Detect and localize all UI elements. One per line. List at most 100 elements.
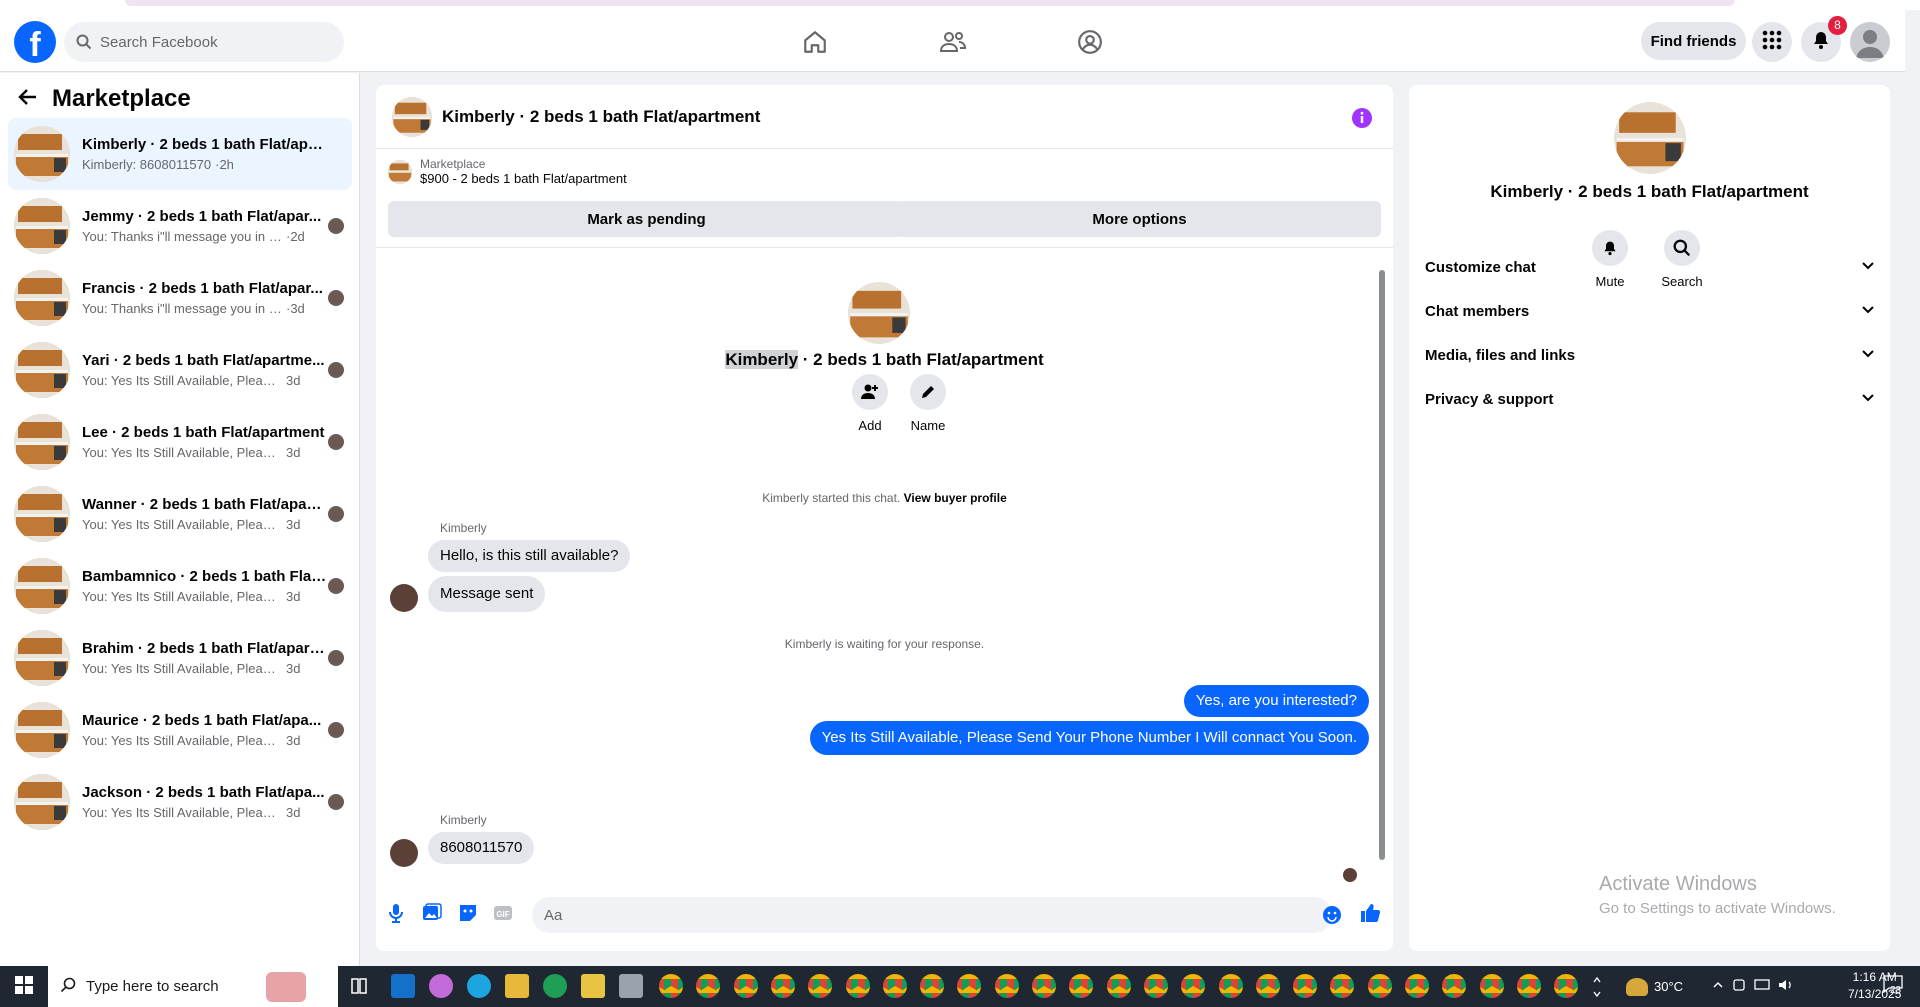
- chrome-window-icon[interactable]: [808, 974, 833, 998]
- file-explorer-icon[interactable]: [505, 974, 529, 998]
- conversation-text: Lee · 2 beds 1 bath Flat/apartment You: Y…: [82, 424, 327, 460]
- mark-as-pending-button[interactable]: Mark as pending: [388, 201, 905, 237]
- info-icon[interactable]: [1351, 107, 1373, 133]
- conversation-item[interactable]: Wanner · 2 beds 1 bath Flat/apart... You:…: [8, 478, 352, 550]
- chrome-window-icon[interactable]: [1442, 974, 1467, 998]
- chrome-window-icon[interactable]: [733, 974, 758, 998]
- chrome-window-icon[interactable]: [845, 974, 870, 998]
- microphone-icon[interactable]: [388, 903, 404, 927]
- chrome-window-icon[interactable]: [957, 974, 982, 998]
- conversation-item[interactable]: Lee · 2 beds 1 bath Flat/apartment You: Y…: [8, 406, 352, 478]
- chrome-window-icon[interactable]: [696, 974, 721, 998]
- page-scrollbar[interactable]: [1905, 10, 1920, 966]
- store-icon[interactable]: [581, 974, 605, 998]
- conversation-item[interactable]: Jackson · 2 beds 1 bath Flat/apa... You: …: [8, 766, 352, 838]
- sender-avatar[interactable]: [390, 584, 418, 612]
- message-thread[interactable]: Kimberly · 2 beds 1 bath Flat/apartment …: [376, 247, 1393, 882]
- outlook-icon[interactable]: [391, 974, 415, 998]
- chrome-window-icon[interactable]: [1554, 974, 1579, 998]
- incoming-message[interactable]: Hello, is this still available?: [428, 540, 631, 572]
- chrome-window-icon[interactable]: [1330, 974, 1355, 998]
- edit-name-button[interactable]: Name: [898, 374, 958, 433]
- incoming-message[interactable]: Message sent: [428, 576, 546, 612]
- outgoing-message[interactable]: Yes Its Still Available, Please Send You…: [809, 721, 1369, 755]
- chrome-window-icon[interactable]: [882, 974, 907, 998]
- system-tray[interactable]: [1712, 966, 1794, 1007]
- chrome-window-icon[interactable]: [1218, 974, 1243, 998]
- listing-thumbnail[interactable]: [392, 96, 432, 137]
- chevron-up-icon: [1712, 979, 1724, 994]
- profile-icon[interactable]: [1074, 26, 1106, 58]
- chrome-window-icon[interactable]: [1405, 974, 1429, 998]
- listing-thumbnail: [14, 342, 70, 398]
- message-input-box[interactable]: [532, 897, 1332, 933]
- chrome-window-icon[interactable]: [1479, 974, 1504, 998]
- conversation-item[interactable]: Kimberly · 2 beds 1 bath Flat/apart... Ki…: [8, 118, 352, 190]
- conversation-item[interactable]: Maurice · 2 beds 1 bath Flat/apa... You: …: [8, 694, 352, 766]
- privacy-support-section[interactable]: Privacy & support: [1425, 377, 1875, 421]
- outgoing-message[interactable]: Yes, are you interested?: [1183, 685, 1369, 717]
- emoji-icon[interactable]: [1322, 905, 1342, 929]
- chrome-window-icon[interactable]: [1293, 974, 1318, 998]
- conversation-time: 3d: [286, 805, 301, 820]
- listing-info[interactable]: Marketplace $900 - 2 beds 1 bath Flat/ap…: [388, 157, 627, 186]
- friends-icon[interactable]: [937, 26, 969, 58]
- conversation-list: Kimberly · 2 beds 1 bath Flat/apart... Ki…: [8, 118, 352, 838]
- photo-icon[interactable]: [422, 903, 442, 927]
- sender-avatar[interactable]: [390, 839, 418, 867]
- chrome-window-icon[interactable]: [659, 974, 683, 998]
- task-view-icon[interactable]: [347, 974, 371, 998]
- notification-center-button[interactable]: 23: [1882, 975, 1904, 997]
- facebook-logo[interactable]: f: [14, 21, 56, 63]
- edge-icon[interactable]: [467, 974, 491, 998]
- participant-avatar: [328, 218, 344, 234]
- weather-widget[interactable]: 30°C: [1626, 966, 1683, 1007]
- view-buyer-profile-link[interactable]: View buyer profile: [904, 491, 1007, 505]
- chrome-window-icon[interactable]: [1106, 974, 1131, 998]
- chrome-window-icon[interactable]: [1367, 974, 1392, 998]
- chrome-window-icon[interactable]: [770, 974, 795, 998]
- chrome-window-icon[interactable]: [994, 974, 1019, 998]
- chrome-window-icon[interactable]: [920, 974, 945, 998]
- chrome-window-icon[interactable]: [1255, 974, 1280, 998]
- search-box[interactable]: [64, 22, 344, 62]
- conversation-title: Wanner · 2 beds 1 bath Flat/apart...: [82, 496, 327, 513]
- chrome-window-icon[interactable]: [1181, 974, 1206, 998]
- more-options-button[interactable]: More options: [898, 201, 1381, 237]
- taskbar-search-input[interactable]: [86, 978, 256, 995]
- home-icon[interactable]: [799, 26, 831, 58]
- chrome-window-icon[interactable]: [1032, 974, 1056, 998]
- conversation-title: Lee · 2 beds 1 bath Flat/apartment: [82, 424, 325, 441]
- customize-chat-section[interactable]: Customize chat: [1425, 245, 1875, 289]
- windows-start-button[interactable]: [0, 966, 48, 1007]
- thumbs-up-icon[interactable]: [1359, 902, 1381, 928]
- search-input[interactable]: [100, 33, 320, 51]
- app-icon[interactable]: [619, 974, 643, 998]
- find-friends-button[interactable]: Find friends: [1641, 22, 1746, 60]
- gif-icon[interactable]: GIF: [493, 903, 513, 927]
- conversation-item[interactable]: Yari · 2 beds 1 bath Flat/apartme... You:…: [8, 334, 352, 406]
- message-input[interactable]: [544, 906, 1244, 924]
- chrome-window-icon[interactable]: [1069, 974, 1094, 998]
- sticker-icon[interactable]: [458, 903, 478, 927]
- chrome-window-icon[interactable]: [1143, 974, 1168, 998]
- menu-grid-button[interactable]: [1752, 22, 1792, 62]
- add-person-button[interactable]: Add: [840, 374, 900, 433]
- media-files-links-section[interactable]: Media, files and links: [1425, 333, 1875, 377]
- back-arrow-icon[interactable]: [18, 87, 38, 111]
- conversation-item[interactable]: Bambamnico · 2 beds 1 bath Flat... You: Y…: [8, 550, 352, 622]
- account-avatar[interactable]: [1850, 22, 1890, 62]
- incoming-message[interactable]: 8608011570: [428, 832, 535, 864]
- conversation-item[interactable]: Francis · 2 beds 1 bath Flat/apar... You:…: [8, 262, 352, 334]
- section-label: Chat members: [1425, 302, 1530, 320]
- conversation-item[interactable]: Brahim · 2 beds 1 bath Flat/apartm... You…: [8, 622, 352, 694]
- chat-members-section[interactable]: Chat members: [1425, 289, 1875, 333]
- copilot-icon[interactable]: [429, 974, 453, 998]
- waiting-notice: Kimberly is waiting for your response.: [784, 637, 985, 651]
- taskbar-search[interactable]: [48, 966, 338, 1007]
- conversation-item[interactable]: Jemmy · 2 beds 1 bath Flat/apar... You: T…: [8, 190, 352, 262]
- chat-details-panel: Kimberly · 2 beds 1 bath Flat/apartment …: [1409, 85, 1890, 951]
- chrome-window-icon[interactable]: [1516, 974, 1541, 998]
- chrome-icon[interactable]: [543, 974, 567, 998]
- tray-chevron[interactable]: [1592, 966, 1602, 1007]
